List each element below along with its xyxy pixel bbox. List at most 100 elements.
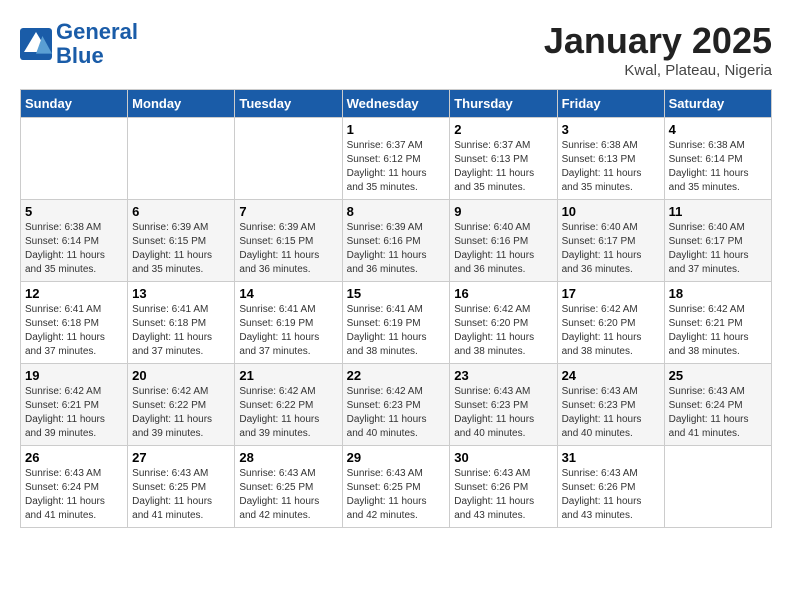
day-number: 25 — [669, 368, 767, 383]
day-number: 22 — [347, 368, 446, 383]
day-info: Sunrise: 6:41 AMSunset: 6:18 PMDaylight:… — [25, 303, 123, 359]
day-number: 27 — [132, 450, 230, 465]
weekday-header-saturday: Saturday — [664, 90, 771, 118]
day-number: 3 — [562, 122, 660, 137]
day-info: Sunrise: 6:41 AMSunset: 6:19 PMDaylight:… — [347, 303, 446, 359]
calendar-table: SundayMondayTuesdayWednesdayThursdayFrid… — [20, 89, 772, 528]
day-info: Sunrise: 6:43 AMSunset: 6:23 PMDaylight:… — [454, 385, 552, 441]
day-info: Sunrise: 6:42 AMSunset: 6:22 PMDaylight:… — [132, 385, 230, 441]
day-info: Sunrise: 6:40 AMSunset: 6:17 PMDaylight:… — [669, 221, 767, 277]
day-info: Sunrise: 6:43 AMSunset: 6:24 PMDaylight:… — [25, 467, 123, 523]
calendar-cell: 20Sunrise: 6:42 AMSunset: 6:22 PMDayligh… — [128, 364, 235, 446]
day-number: 16 — [454, 286, 552, 301]
weekday-header-tuesday: Tuesday — [235, 90, 342, 118]
day-number: 9 — [454, 204, 552, 219]
day-number: 2 — [454, 122, 552, 137]
calendar-week-row: 19 Sunrise: 6:42 AMSunset: 6:21 PMDayligh… — [21, 364, 772, 446]
day-info: Sunrise: 6:43 AMSunset: 6:25 PMDaylight:… — [132, 467, 230, 523]
calendar-cell: 17 Sunrise: 6:42 AMSunset: 6:20 PMDayligh… — [557, 282, 664, 364]
day-number: 17 — [562, 286, 660, 301]
calendar-cell: 14 Sunrise: 6:41 AMSunset: 6:19 PMDayligh… — [235, 282, 342, 364]
day-info: Sunrise: 6:40 AMSunset: 6:16 PMDaylight:… — [454, 221, 552, 277]
weekday-header-row: SundayMondayTuesdayWednesdayThursdayFrid… — [21, 90, 772, 118]
calendar-cell: 13Sunrise: 6:41 AMSunset: 6:18 PMDayligh… — [128, 282, 235, 364]
calendar-cell: 22 Sunrise: 6:42 AMSunset: 6:23 PMDayligh… — [342, 364, 450, 446]
month-title: January 2025 — [544, 20, 772, 62]
calendar-cell: 28 Sunrise: 6:43 AMSunset: 6:25 PMDayligh… — [235, 446, 342, 528]
calendar-cell: 1 Sunrise: 6:37 AMSunset: 6:12 PMDaylight… — [342, 118, 450, 200]
day-info: Sunrise: 6:43 AMSunset: 6:24 PMDaylight:… — [669, 385, 767, 441]
calendar-cell: 4Sunrise: 6:38 AMSunset: 6:14 PMDaylight… — [664, 118, 771, 200]
day-number: 24 — [562, 368, 660, 383]
title-block: January 2025 Kwal, Plateau, Nigeria — [544, 20, 772, 79]
day-number: 26 — [25, 450, 123, 465]
calendar-cell: 29Sunrise: 6:43 AMSunset: 6:25 PMDayligh… — [342, 446, 450, 528]
logo-line2: Blue — [56, 43, 104, 68]
day-number: 30 — [454, 450, 552, 465]
day-number: 8 — [347, 204, 446, 219]
calendar-cell: 18 Sunrise: 6:42 AMSunset: 6:21 PMDayligh… — [664, 282, 771, 364]
day-number: 1 — [347, 122, 446, 137]
logo-icon — [20, 28, 52, 60]
day-info: Sunrise: 6:42 AMSunset: 6:20 PMDaylight:… — [562, 303, 660, 359]
calendar-cell: 30 Sunrise: 6:43 AMSunset: 6:26 PMDayligh… — [450, 446, 557, 528]
day-info: Sunrise: 6:37 AMSunset: 6:12 PMDaylight:… — [347, 139, 446, 195]
page-header: General Blue January 2025 Kwal, Plateau,… — [20, 20, 772, 79]
day-info: Sunrise: 6:40 AMSunset: 6:17 PMDaylight:… — [562, 221, 660, 277]
calendar-cell: 8 Sunrise: 6:39 AMSunset: 6:16 PMDaylight… — [342, 200, 450, 282]
logo: General Blue — [20, 20, 138, 68]
calendar-week-row: 1 Sunrise: 6:37 AMSunset: 6:12 PMDaylight… — [21, 118, 772, 200]
weekday-header-sunday: Sunday — [21, 90, 128, 118]
weekday-header-wednesday: Wednesday — [342, 90, 450, 118]
calendar-cell: 27 Sunrise: 6:43 AMSunset: 6:25 PMDayligh… — [128, 446, 235, 528]
calendar-cell: 31 Sunrise: 6:43 AMSunset: 6:26 PMDayligh… — [557, 446, 664, 528]
day-number: 10 — [562, 204, 660, 219]
calendar-cell: 6Sunrise: 6:39 AMSunset: 6:15 PMDaylight… — [128, 200, 235, 282]
day-info: Sunrise: 6:42 AMSunset: 6:21 PMDaylight:… — [669, 303, 767, 359]
day-info: Sunrise: 6:41 AMSunset: 6:19 PMDaylight:… — [239, 303, 337, 359]
logo-line1: General — [56, 19, 138, 44]
day-info: Sunrise: 6:42 AMSunset: 6:22 PMDaylight:… — [239, 385, 337, 441]
logo-text: General Blue — [56, 20, 138, 68]
day-info: Sunrise: 6:42 AMSunset: 6:21 PMDaylight:… — [25, 385, 123, 441]
day-number: 18 — [669, 286, 767, 301]
calendar-cell: 11 Sunrise: 6:40 AMSunset: 6:17 PMDayligh… — [664, 200, 771, 282]
calendar-cell: 15 Sunrise: 6:41 AMSunset: 6:19 PMDayligh… — [342, 282, 450, 364]
calendar-cell: 5Sunrise: 6:38 AMSunset: 6:14 PMDaylight… — [21, 200, 128, 282]
day-info: Sunrise: 6:39 AMSunset: 6:16 PMDaylight:… — [347, 221, 446, 277]
day-number: 29 — [347, 450, 446, 465]
day-info: Sunrise: 6:43 AMSunset: 6:26 PMDaylight:… — [454, 467, 552, 523]
day-info: Sunrise: 6:39 AMSunset: 6:15 PMDaylight:… — [239, 221, 337, 277]
day-number: 31 — [562, 450, 660, 465]
day-number: 19 — [25, 368, 123, 383]
calendar-cell — [128, 118, 235, 200]
calendar-cell: 23 Sunrise: 6:43 AMSunset: 6:23 PMDayligh… — [450, 364, 557, 446]
day-number: 14 — [239, 286, 337, 301]
day-number: 23 — [454, 368, 552, 383]
weekday-header-monday: Monday — [128, 90, 235, 118]
day-info: Sunrise: 6:42 AMSunset: 6:20 PMDaylight:… — [454, 303, 552, 359]
day-info: Sunrise: 6:37 AMSunset: 6:13 PMDaylight:… — [454, 139, 552, 195]
day-number: 7 — [239, 204, 337, 219]
calendar-cell — [21, 118, 128, 200]
calendar-cell: 25 Sunrise: 6:43 AMSunset: 6:24 PMDayligh… — [664, 364, 771, 446]
day-info: Sunrise: 6:43 AMSunset: 6:26 PMDaylight:… — [562, 467, 660, 523]
day-info: Sunrise: 6:38 AMSunset: 6:13 PMDaylight:… — [562, 139, 660, 195]
day-number: 11 — [669, 204, 767, 219]
day-number: 28 — [239, 450, 337, 465]
weekday-header-friday: Friday — [557, 90, 664, 118]
day-info: Sunrise: 6:38 AMSunset: 6:14 PMDaylight:… — [669, 139, 767, 195]
day-info: Sunrise: 6:39 AMSunset: 6:15 PMDaylight:… — [132, 221, 230, 277]
calendar-cell: 7 Sunrise: 6:39 AMSunset: 6:15 PMDaylight… — [235, 200, 342, 282]
day-info: Sunrise: 6:42 AMSunset: 6:23 PMDaylight:… — [347, 385, 446, 441]
calendar-week-row: 26 Sunrise: 6:43 AMSunset: 6:24 PMDayligh… — [21, 446, 772, 528]
day-info: Sunrise: 6:43 AMSunset: 6:25 PMDaylight:… — [239, 467, 337, 523]
calendar-cell: 19 Sunrise: 6:42 AMSunset: 6:21 PMDayligh… — [21, 364, 128, 446]
day-number: 15 — [347, 286, 446, 301]
location-subtitle: Kwal, Plateau, Nigeria — [544, 62, 772, 79]
calendar-week-row: 5Sunrise: 6:38 AMSunset: 6:14 PMDaylight… — [21, 200, 772, 282]
day-info: Sunrise: 6:43 AMSunset: 6:23 PMDaylight:… — [562, 385, 660, 441]
calendar-cell: 10 Sunrise: 6:40 AMSunset: 6:17 PMDayligh… — [557, 200, 664, 282]
calendar-cell: 21Sunrise: 6:42 AMSunset: 6:22 PMDayligh… — [235, 364, 342, 446]
day-number: 5 — [25, 204, 123, 219]
